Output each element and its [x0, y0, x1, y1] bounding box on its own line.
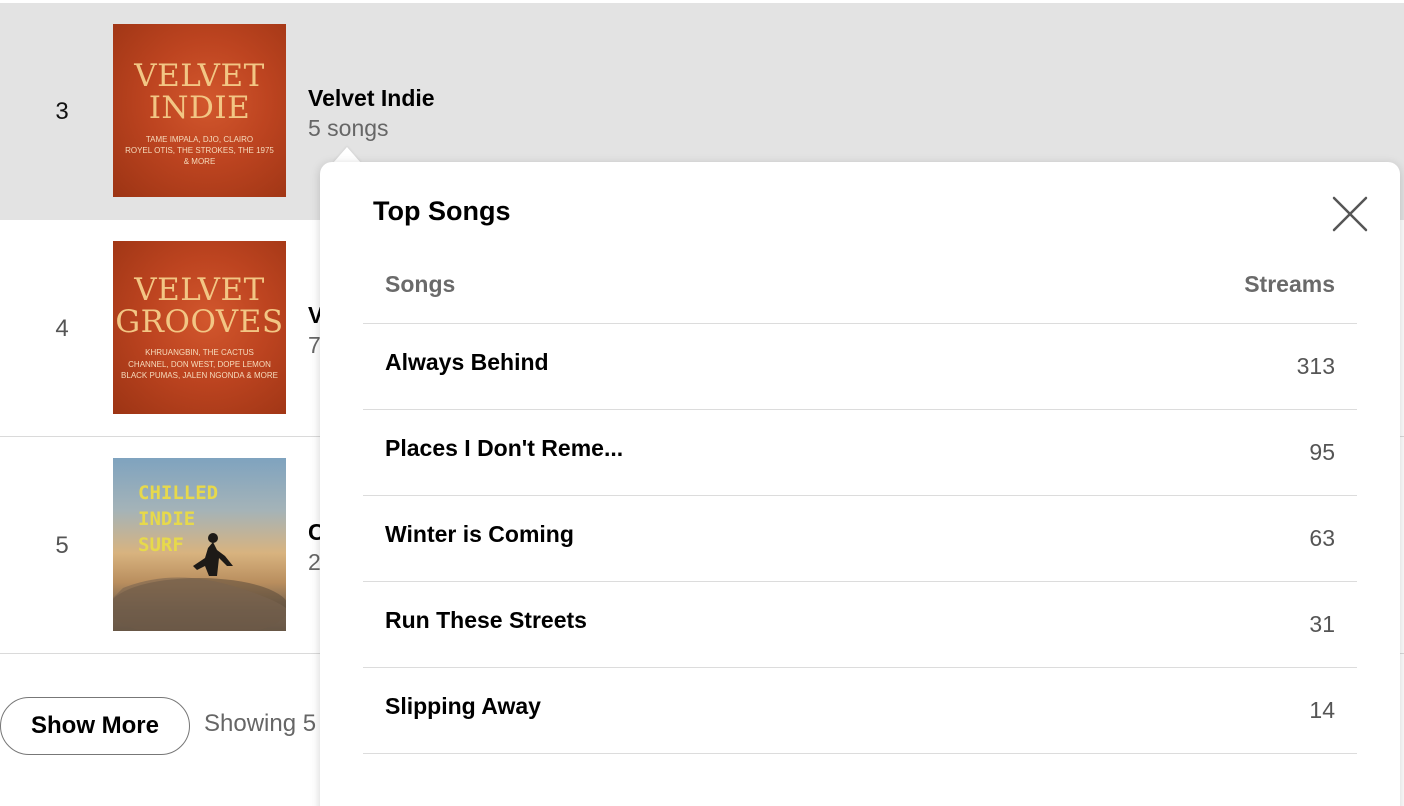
- playlist-rank: 5: [55, 532, 69, 559]
- song-streams: 313: [1296, 353, 1335, 379]
- cover-artists-line: & MORE: [183, 157, 216, 166]
- playlist-name[interactable]: Velvet Indie: [308, 85, 435, 112]
- cover-title-line: VELVET: [134, 272, 265, 308]
- song-name[interactable]: Always Behind: [385, 349, 549, 376]
- table-divider: [363, 753, 1357, 754]
- cover-artists-line: ROYEL OTIS, THE STROKES, THE 1975: [125, 146, 274, 155]
- cover-artists-line: KHRUANGBIN, THE CACTUS: [145, 348, 254, 357]
- playlist-cover[interactable]: VELVET INDIE TAME IMPALA, DJO, CLAIRO RO…: [113, 24, 286, 197]
- song-streams: 63: [1309, 525, 1335, 551]
- cover-artists-line: TAME IMPALA, DJO, CLAIRO: [145, 135, 254, 144]
- song-name[interactable]: Slipping Away: [385, 693, 541, 720]
- cover-title-line: INDIE: [148, 90, 251, 126]
- cover-title-line: VELVET: [134, 58, 265, 94]
- top-songs-popover: Top Songs Songs Streams Always Behind 31…: [320, 162, 1400, 806]
- playlist-song-count[interactable]: 7: [308, 332, 321, 359]
- song-row[interactable]: Slipping Away 14: [363, 668, 1357, 754]
- playlist-cover[interactable]: CHILLED INDIE SURF: [113, 458, 286, 631]
- playlist-rank: 3: [55, 98, 69, 125]
- close-button[interactable]: [1330, 194, 1370, 234]
- close-icon[interactable]: [1330, 194, 1370, 234]
- song-row[interactable]: Places I Don't Reme... 95: [363, 410, 1357, 496]
- playlist-rank: 4: [55, 315, 69, 342]
- song-row[interactable]: Winter is Coming 63: [363, 496, 1357, 582]
- song-streams: 31: [1309, 611, 1335, 637]
- playlist-cover[interactable]: VELVET GROOVES KHRUANGBIN, THE CACTUS CH…: [113, 241, 286, 414]
- popover-title: Top Songs: [373, 196, 511, 226]
- column-header-songs: Songs: [385, 271, 456, 297]
- column-header-streams: Streams: [1244, 271, 1335, 297]
- showing-count-text: Showing 5: [204, 710, 317, 737]
- cover-title-line: GROOVES: [115, 304, 284, 340]
- song-name[interactable]: Winter is Coming: [385, 521, 574, 548]
- cover-artists-line: BLACK PUMAS, JALEN NGONDA & MORE: [121, 371, 278, 380]
- song-row[interactable]: Run These Streets 31: [363, 582, 1357, 668]
- song-row[interactable]: Always Behind 313: [363, 324, 1357, 410]
- show-more-button[interactable]: Show More: [0, 697, 190, 755]
- surfer-illustration: [113, 533, 286, 631]
- cover-artists-line: CHANNEL, DON WEST, DOPE LEMON: [128, 360, 271, 369]
- playlist-song-count[interactable]: 5 songs: [308, 115, 389, 142]
- song-streams: 95: [1309, 439, 1335, 465]
- playlist-song-count[interactable]: 2: [308, 549, 321, 576]
- song-name[interactable]: Places I Don't Reme...: [385, 435, 623, 462]
- song-name[interactable]: Run These Streets: [385, 607, 587, 634]
- popover-caret: [333, 147, 361, 163]
- song-streams: 14: [1309, 697, 1335, 723]
- page: 3 VELVET INDIE TAME IMPALA, DJO, CLAIRO …: [0, 0, 1404, 806]
